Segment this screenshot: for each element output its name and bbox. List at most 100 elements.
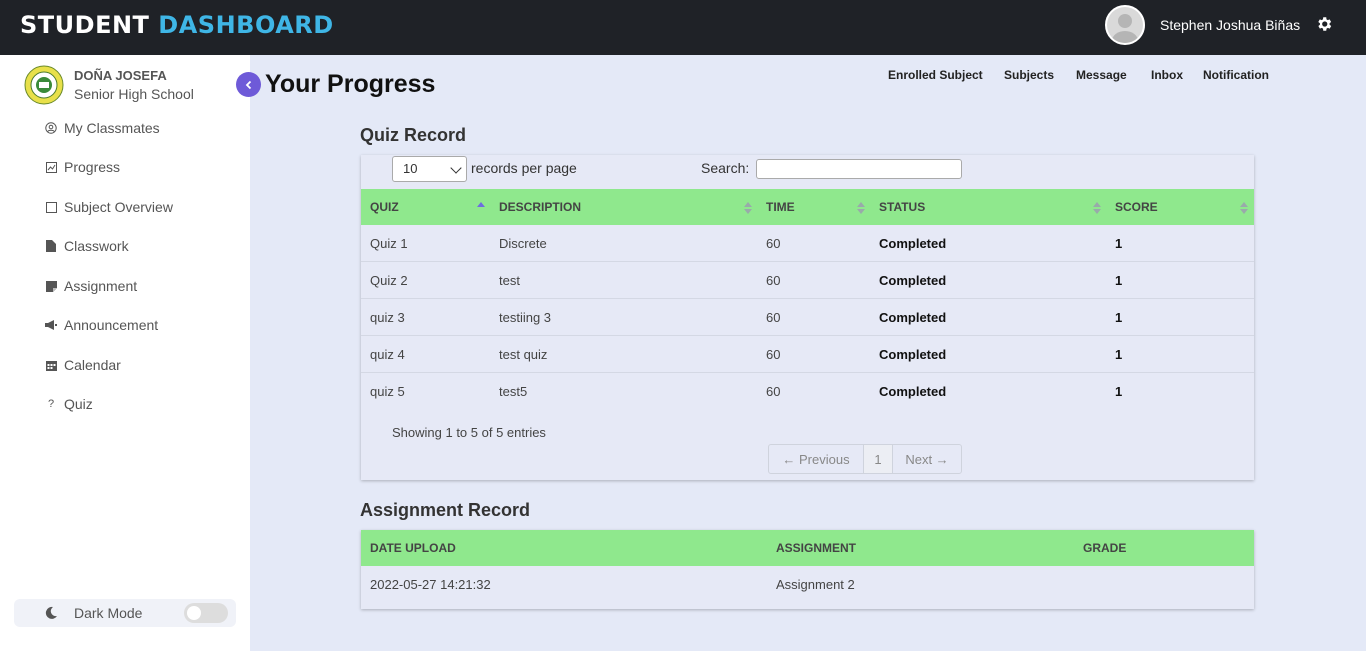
records-per-page-value: 10 — [403, 161, 418, 176]
sidebar-collapse-button[interactable] — [236, 72, 261, 97]
sidebar-item-label: Calendar — [64, 357, 121, 373]
cell-status: Completed — [879, 273, 947, 288]
sort-icon — [857, 202, 865, 214]
sidebar-item-progress[interactable]: Progress — [44, 156, 120, 178]
brand-text: STUDENT — [20, 11, 150, 39]
sidebar-item-quiz[interactable]: ? Quiz — [44, 393, 93, 415]
search-label: Search: — [701, 160, 750, 176]
search-input[interactable] — [756, 159, 962, 179]
column-header-score[interactable]: SCORE — [1115, 200, 1158, 214]
quiz-record-card: 10 records per page Search: QUIZ DESCRIP… — [361, 155, 1254, 480]
page-1-button[interactable]: 1 — [864, 445, 893, 473]
cell-description: test — [499, 273, 520, 288]
toggle-knob — [187, 606, 201, 620]
cell-score: 1 — [1115, 384, 1123, 399]
pagination: ← Previous 1 Next → — [768, 444, 962, 474]
column-header-quiz[interactable]: QUIZ — [370, 200, 399, 214]
quiz-table-header: QUIZ DESCRIPTION TIME STATUS SCORE — [361, 189, 1254, 225]
cell-description: testiing 3 — [499, 310, 552, 325]
calendar-icon — [44, 358, 58, 372]
sidebar-item-calendar[interactable]: Calendar — [44, 354, 121, 376]
chevron-left-icon — [245, 80, 251, 89]
cell-quiz: Quiz 2 — [370, 273, 408, 288]
sidebar-item-subject-overview[interactable]: Subject Overview — [44, 196, 173, 218]
column-header-date-upload: DATE UPLOAD — [370, 541, 456, 555]
sort-asc-icon — [477, 202, 485, 207]
cell-score: 1 — [1115, 310, 1123, 325]
sidebar-item-classwork[interactable]: Classwork — [44, 235, 129, 257]
next-page-button[interactable]: Next → — [893, 445, 961, 473]
cell-date-upload: 2022-05-27 14:21:32 — [370, 577, 491, 592]
school-logo — [24, 65, 64, 105]
file-icon — [44, 239, 58, 253]
cell-status: Completed — [879, 310, 947, 325]
sidebar-item-assignment[interactable]: Assignment — [44, 275, 137, 297]
column-header-assignment: ASSIGNMENT — [776, 541, 857, 555]
assignment-table-header: DATE UPLOAD ASSIGNMENT GRADE — [361, 530, 1254, 566]
sort-icon — [744, 202, 752, 214]
top-bar: STUDENT DASHBOARD Stephen Joshua Biñas — [0, 0, 1366, 55]
nav-link-notification[interactable]: Notification — [1203, 68, 1269, 82]
dark-mode-label: Dark Mode — [74, 605, 143, 621]
cell-time: 60 — [766, 273, 781, 288]
cell-time: 60 — [766, 310, 781, 325]
sidebar-item-my-classmates[interactable]: My Classmates — [44, 117, 160, 139]
sort-icon — [1093, 202, 1101, 214]
nav-link-subjects[interactable]: Subjects — [1004, 68, 1054, 82]
note-icon — [44, 279, 58, 293]
previous-page-button[interactable]: ← Previous — [769, 445, 864, 473]
nav-link-enrolled-subject[interactable]: Enrolled Subject — [888, 68, 983, 82]
table-row: quiz 5 test5 60 Completed 1 — [361, 373, 1254, 410]
sort-icon — [1240, 202, 1248, 214]
user-circle-icon — [44, 121, 58, 135]
cell-description: Discrete — [499, 236, 547, 251]
nav-link-inbox[interactable]: Inbox — [1151, 68, 1183, 82]
cell-quiz: Quiz 1 — [370, 236, 408, 251]
column-header-description[interactable]: DESCRIPTION — [499, 200, 581, 214]
sidebar-item-label: Quiz — [64, 396, 93, 412]
cell-quiz: quiz 5 — [370, 384, 405, 399]
nav-link-message[interactable]: Message — [1076, 68, 1127, 82]
sidebar: DOÑA JOSEFA Senior High School My Classm… — [0, 55, 250, 651]
entries-info: Showing 1 to 5 of 5 entries — [392, 425, 546, 440]
sidebar-item-label: Progress — [64, 159, 121, 175]
table-row: quiz 4 test quiz 60 Completed 1 — [361, 336, 1254, 373]
chart-icon — [44, 160, 58, 174]
app-brand: STUDENT DASHBOARD — [20, 11, 334, 39]
sidebar-item-label: Subject Overview — [64, 199, 173, 215]
gear-icon[interactable] — [1315, 15, 1333, 33]
records-per-page-select[interactable]: 10 — [392, 156, 467, 182]
megaphone-icon — [44, 318, 58, 332]
chevron-down-icon — [450, 162, 462, 174]
quiz-record-title: Quiz Record — [360, 125, 467, 145]
cell-status: Completed — [879, 384, 947, 399]
sidebar-item-label: Assignment — [64, 278, 138, 294]
brand-accent-text: DASHBOARD — [158, 11, 334, 39]
school-subtitle: Senior High School — [74, 86, 194, 102]
question-icon: ? — [47, 398, 55, 410]
table-row: Quiz 2 test 60 Completed 1 — [361, 262, 1254, 299]
cell-status: Completed — [879, 236, 947, 251]
sidebar-item-label: Classwork — [64, 238, 129, 254]
cell-time: 60 — [766, 384, 781, 399]
cell-description: test quiz — [499, 347, 548, 362]
school-name: DOÑA JOSEFA — [74, 68, 167, 83]
cell-assignment: Assignment 2 — [776, 577, 855, 592]
table-row: 2022-05-27 14:21:32 Assignment 2 — [361, 566, 1254, 603]
cell-description: test5 — [499, 384, 528, 399]
dark-mode-toggle[interactable] — [184, 603, 228, 623]
column-header-status[interactable]: STATUS — [879, 200, 925, 214]
user-avatar[interactable] — [1105, 5, 1145, 45]
cell-time: 60 — [766, 347, 781, 362]
cell-quiz: quiz 4 — [370, 347, 405, 362]
cell-time: 60 — [766, 236, 781, 251]
user-silhouette-icon — [1107, 7, 1143, 43]
table-row: Quiz 1 Discrete 60 Completed 1 — [361, 225, 1254, 262]
dark-mode-row: Dark Mode — [14, 599, 236, 627]
cell-status: Completed — [879, 347, 947, 362]
sidebar-item-announcement[interactable]: Announcement — [44, 314, 158, 336]
sidebar-item-label: Announcement — [64, 317, 159, 333]
cell-score: 1 — [1115, 347, 1123, 362]
user-name[interactable]: Stephen Joshua Biñas — [1160, 17, 1300, 33]
column-header-time[interactable]: TIME — [766, 200, 795, 214]
